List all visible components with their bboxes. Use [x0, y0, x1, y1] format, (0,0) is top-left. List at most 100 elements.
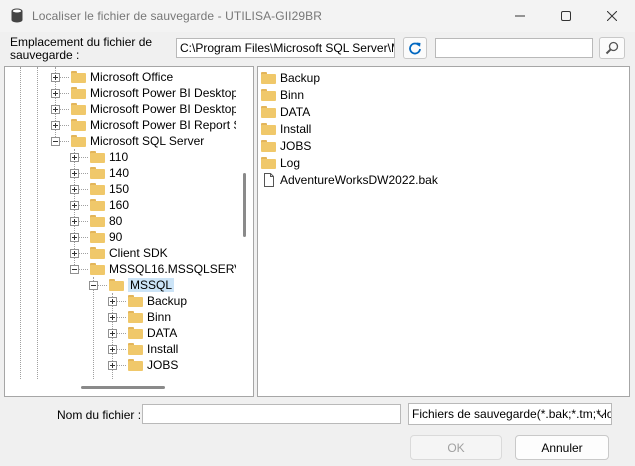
- expand-icon[interactable]: [70, 232, 79, 242]
- tree-item-label: MSSQL16.MSSQLSERVER: [109, 262, 254, 276]
- folder-icon: [128, 327, 143, 339]
- folder-icon: [128, 295, 143, 307]
- folder-icon: [90, 183, 105, 195]
- folder-icon: [261, 72, 276, 84]
- collapse-icon[interactable]: [70, 264, 79, 274]
- tree-item[interactable]: Install: [108, 341, 178, 357]
- horizontal-scrollbar-thumb[interactable]: [81, 386, 165, 389]
- file-list[interactable]: [257, 66, 630, 397]
- folder-icon: [128, 359, 143, 371]
- folder-icon: [90, 215, 105, 227]
- folder-tree[interactable]: Microsoft Office Microsoft Power BI Desk…: [4, 66, 254, 397]
- vertical-scrollbar[interactable]: [236, 67, 253, 379]
- expand-icon[interactable]: [51, 104, 60, 114]
- list-item[interactable]: JOBS: [261, 138, 311, 154]
- folder-icon: [71, 87, 86, 99]
- tree-item[interactable]: 150: [70, 181, 129, 197]
- filename-label: Nom du fichier :: [57, 408, 142, 422]
- list-item[interactable]: Log: [261, 155, 300, 171]
- list-item[interactable]: AdventureWorksDW2022.bak: [261, 172, 438, 188]
- list-item[interactable]: Install: [261, 121, 311, 137]
- tree-guide-line: [37, 67, 38, 379]
- file-icon: [264, 173, 274, 187]
- file-type-select-value: Fichiers de sauvegarde(*.bak;*.tm;*.log): [412, 407, 612, 421]
- folder-icon: [261, 123, 276, 135]
- maximize-button[interactable]: [543, 0, 589, 32]
- expand-icon[interactable]: [108, 296, 117, 306]
- search-icon: [605, 41, 619, 55]
- tree-item-label: 140: [109, 166, 130, 180]
- list-item-label: Binn: [280, 88, 305, 102]
- tree-item-selected[interactable]: MSSQL: [89, 277, 175, 293]
- tree-item[interactable]: Microsoft Office: [51, 69, 173, 85]
- list-item[interactable]: DATA: [261, 104, 310, 120]
- list-item-label: Log: [280, 156, 301, 170]
- tree-item[interactable]: MSSQL16.MSSQLSERVER: [70, 261, 254, 277]
- tree-item-label: Microsoft Power BI Desktop RS: [90, 102, 254, 116]
- cancel-button[interactable]: Annuler: [515, 435, 609, 460]
- tree-item[interactable]: Microsoft SQL Server: [51, 133, 204, 149]
- tree-item[interactable]: 80: [70, 213, 122, 229]
- tree-item[interactable]: Backup: [108, 293, 187, 309]
- tree-item-label: Install: [147, 342, 179, 356]
- tree-item-label: Microsoft Office: [90, 70, 174, 84]
- tree-item-label: Microsoft Power BI Report Server: [90, 118, 254, 132]
- folder-icon: [261, 140, 276, 152]
- tree-item[interactable]: 90: [70, 229, 122, 245]
- folder-icon: [71, 103, 86, 115]
- folder-icon: [90, 247, 105, 259]
- tree-item[interactable]: Client SDK: [70, 245, 168, 261]
- tree-item[interactable]: DATA: [108, 325, 177, 341]
- folder-icon: [128, 343, 143, 355]
- folder-icon: [71, 71, 86, 83]
- list-item-label: Install: [280, 122, 312, 136]
- collapse-icon[interactable]: [89, 280, 98, 290]
- close-button[interactable]: [589, 0, 635, 32]
- tree-item[interactable]: Microsoft Power BI Desktop: [51, 85, 238, 101]
- search-button[interactable]: [599, 37, 625, 59]
- minimize-icon: [515, 15, 525, 17]
- folder-icon: [261, 89, 276, 101]
- expand-icon[interactable]: [70, 152, 79, 162]
- tree-item[interactable]: 110: [70, 149, 128, 165]
- collapse-icon[interactable]: [51, 136, 60, 146]
- expand-icon[interactable]: [108, 360, 117, 370]
- filename-input[interactable]: [142, 404, 401, 424]
- expand-icon[interactable]: [70, 200, 79, 210]
- tree-item-label: Client SDK: [109, 246, 168, 260]
- location-path-input[interactable]: C:\Program Files\Microsoft SQL Server\MS…: [176, 38, 395, 58]
- tree-item-label: DATA: [147, 326, 178, 340]
- expand-icon[interactable]: [108, 344, 117, 354]
- tree-item[interactable]: JOBS: [108, 357, 178, 373]
- tree-item[interactable]: Binn: [108, 309, 171, 325]
- list-item-label: Backup: [280, 71, 321, 85]
- window-title: Localiser le fichier de sauvegarde - UTI…: [32, 9, 322, 23]
- refresh-button[interactable]: [403, 37, 427, 59]
- tree-item[interactable]: 140: [70, 165, 129, 181]
- tree-item-label: 90: [109, 230, 123, 244]
- expand-icon[interactable]: [108, 312, 117, 322]
- expand-icon[interactable]: [70, 168, 79, 178]
- tree-item-label: Binn: [147, 310, 172, 324]
- list-item[interactable]: Binn: [261, 87, 304, 103]
- expand-icon[interactable]: [70, 184, 79, 194]
- ok-button[interactable]: OK: [410, 435, 502, 460]
- vertical-scrollbar-thumb[interactable]: [243, 173, 246, 237]
- expand-icon[interactable]: [70, 248, 79, 258]
- file-type-select[interactable]: Fichiers de sauvegarde(*.bak;*.tm;*.log): [408, 403, 612, 425]
- expand-icon[interactable]: [70, 216, 79, 226]
- horizontal-scrollbar[interactable]: [5, 379, 236, 396]
- expand-icon[interactable]: [51, 88, 60, 98]
- expand-icon[interactable]: [108, 328, 117, 338]
- expand-icon[interactable]: [51, 72, 60, 82]
- tree-item[interactable]: 160: [70, 197, 129, 213]
- minimize-button[interactable]: [497, 0, 543, 32]
- search-input[interactable]: [435, 38, 593, 58]
- title-bar: Localiser le fichier de sauvegarde - UTI…: [0, 0, 635, 32]
- tree-item-label: JOBS: [147, 358, 179, 372]
- list-item[interactable]: Backup: [261, 70, 320, 86]
- expand-icon[interactable]: [51, 120, 60, 130]
- folder-icon: [261, 106, 276, 118]
- tree-item[interactable]: Microsoft Power BI Report Server: [51, 117, 254, 133]
- tree-item[interactable]: Microsoft Power BI Desktop RS: [51, 101, 254, 117]
